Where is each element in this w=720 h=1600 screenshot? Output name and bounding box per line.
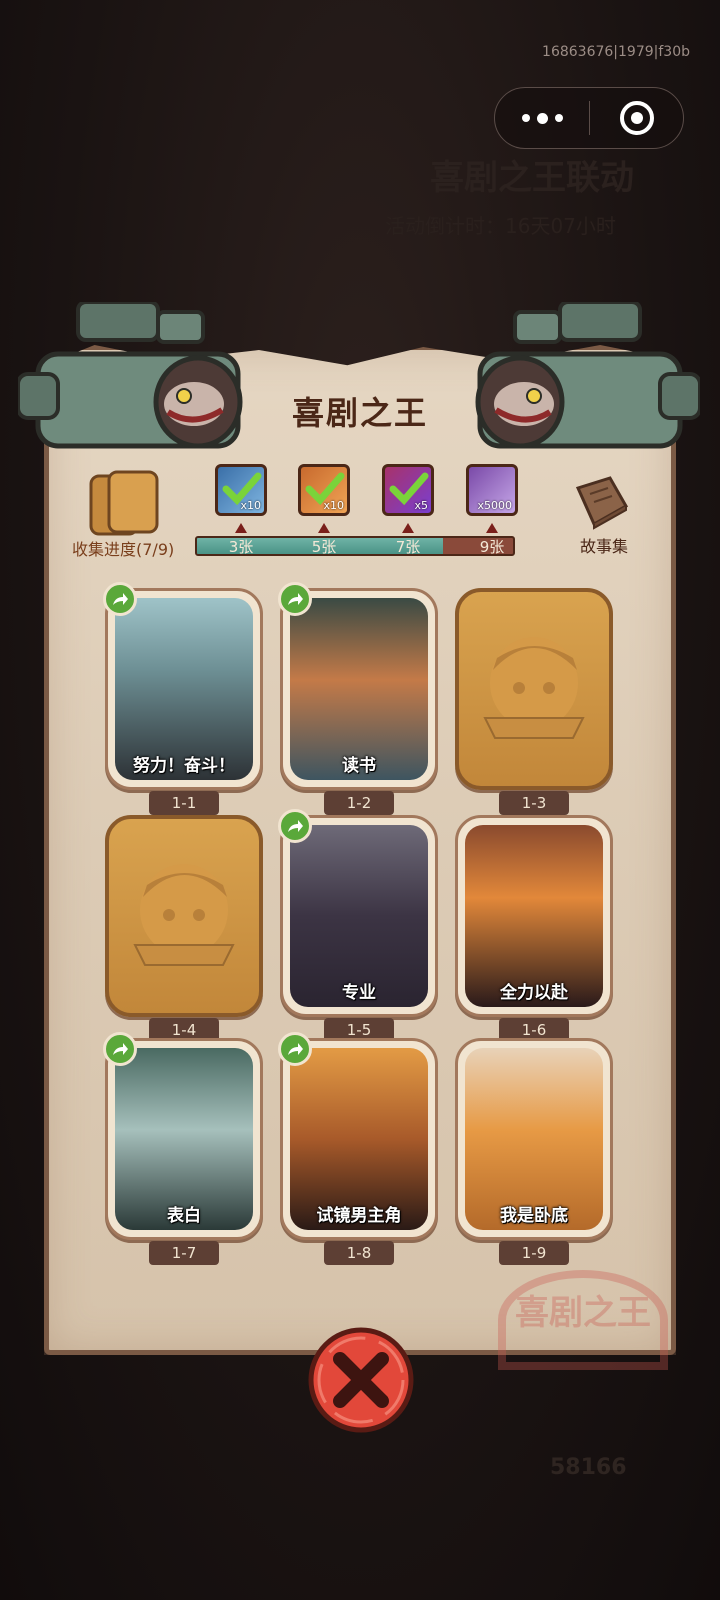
card-caption: 试镜男主角 [316,1206,402,1226]
camera-right-icon [475,302,700,449]
milestone-label: 7张 [395,538,421,556]
card-number-tag: 1-8 [324,1241,394,1265]
story-book-icon[interactable] [570,474,630,530]
camera-left-icon [18,302,243,449]
card-number-tag: 1-2 [324,791,394,815]
crystal-icon[interactable]: x5000 [466,464,518,516]
dot-icon [536,112,548,124]
milestone-label: 5张 [311,538,337,556]
share-icon[interactable] [278,1032,312,1066]
card-stack-icon [89,470,159,536]
build-id: 16863676|1979|f30b [542,44,690,60]
reward-quantity: x5 [414,499,428,512]
card-caption: 努力！奋斗！ [133,756,235,776]
target-icon [619,101,654,135]
card-number-tag: 1-7 [149,1241,219,1265]
locked-card-icon [483,637,585,739]
card-caption: 专业 [342,983,376,1003]
reward-quantity: x5000 [477,499,512,512]
story-card[interactable]: 努力！奋斗！ [103,582,263,790]
more-menu-button[interactable] [495,88,589,148]
story-card[interactable] [455,588,613,790]
background-countdown: 活动倒计时：16天07小时 [385,214,616,238]
share-icon[interactable] [103,582,137,616]
story-card[interactable]: 读书 [278,582,438,790]
locked-card-icon [133,864,235,966]
card-number-tag: 1-3 [499,791,569,815]
mini-program-capsule [494,87,684,149]
gem-ball-icon[interactable]: x5 [382,464,434,516]
panel-title: 喜剧之王 [291,394,428,432]
close-button[interactable] [306,1325,416,1435]
milestone-label: 9张 [479,538,505,556]
milestone-marker [318,523,330,533]
dot-icon [554,114,563,122]
story-card[interactable]: 专业 [278,809,438,1017]
share-icon[interactable] [103,1032,137,1066]
seal-stamp: 喜剧之王 [498,1270,668,1370]
collect-progress-label: 收集进度(7/9) [72,540,175,559]
card-number-tag: 1-1 [149,791,219,815]
exit-mini-program-button[interactable] [590,101,683,135]
ticket-blue-icon[interactable]: x10 [215,464,267,516]
card-caption: 读书 [342,756,376,776]
story-card[interactable]: 试镜男主角 [278,1032,438,1240]
background-coins: 58166 [550,1455,627,1480]
share-icon[interactable] [278,582,312,616]
milestone-marker [402,523,414,533]
card-caption: 表白 [167,1206,201,1226]
milestone-label: 3张 [228,538,254,556]
milestone-marker [486,523,498,533]
background-event-title: 喜剧之王联动 [430,158,634,198]
story-collection-button[interactable]: 故事集 [580,533,628,557]
card-caption: 我是卧底 [500,1206,568,1226]
dot-icon [521,114,530,122]
story-card[interactable]: 全力以赴 [455,815,613,1017]
reward-quantity: x10 [323,499,344,512]
story-card[interactable] [105,815,263,1017]
story-card[interactable]: 我是卧底 [455,1038,613,1240]
card-number-tag: 1-9 [499,1241,569,1265]
share-icon[interactable] [278,809,312,843]
story-card[interactable]: 表白 [103,1032,263,1240]
reward-quantity: x10 [240,499,261,512]
milestone-marker [235,523,247,533]
card-caption: 全力以赴 [500,983,568,1003]
ticket-orange-icon[interactable]: x10 [298,464,350,516]
